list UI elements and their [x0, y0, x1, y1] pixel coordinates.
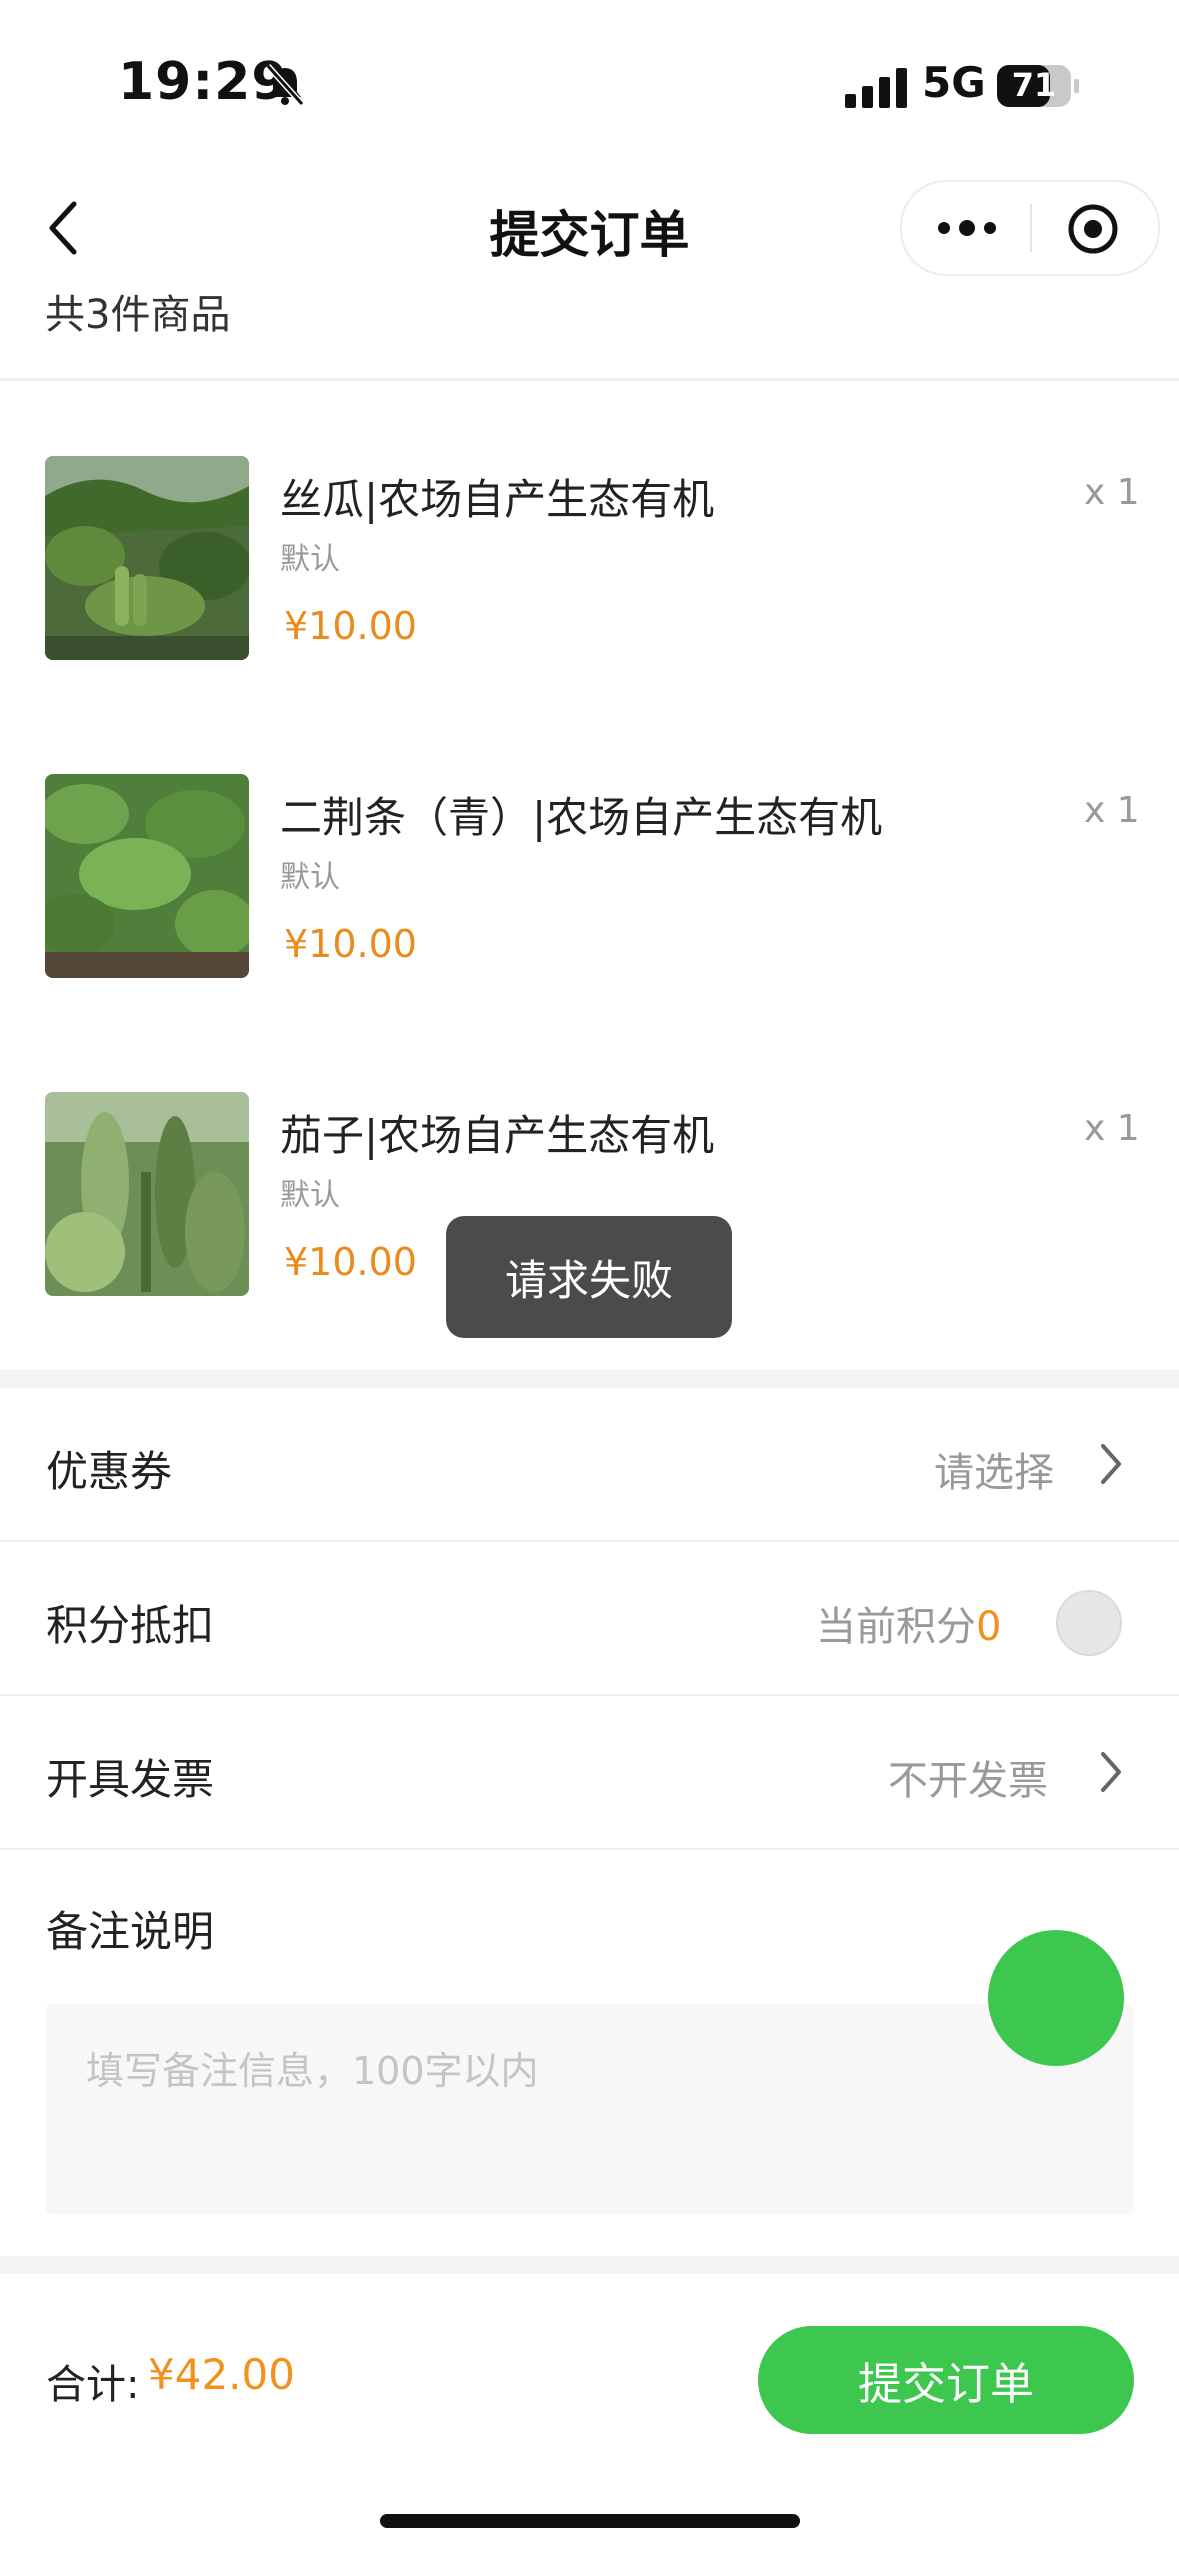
points-toggle[interactable] — [1056, 1590, 1122, 1656]
product-item[interactable]: 二荆条（青）|农场自产生态有机 默认 ¥10.00 x 1 — [0, 738, 1179, 988]
close-miniprogram-icon[interactable] — [1066, 202, 1120, 256]
product-spec: 默认 — [280, 860, 340, 895]
cellular-signal-icon — [845, 68, 907, 108]
divider — [0, 1848, 1179, 1850]
submit-order-button[interactable]: 提交订单 — [758, 2326, 1134, 2434]
coupon-row[interactable]: 优惠券 请选择 — [0, 1388, 1179, 1540]
divider — [0, 378, 1179, 381]
chevron-right-icon — [1101, 1444, 1121, 1484]
more-icon[interactable] — [936, 208, 998, 248]
product-quantity: x 1 — [1084, 472, 1140, 513]
home-indicator[interactable] — [380, 2514, 800, 2528]
points-row: 积分抵扣 当前积分0 — [0, 1542, 1179, 1694]
invoice-row[interactable]: 开具发票 不开发票 — [0, 1696, 1179, 1848]
points-label: 积分抵扣 — [46, 1601, 215, 1650]
battery-icon: 71 — [996, 64, 1080, 108]
product-price: ¥10.00 — [284, 1240, 417, 1284]
product-image — [45, 774, 249, 978]
total-label: 合计: — [46, 2362, 140, 2408]
chevron-right-icon — [1101, 1752, 1121, 1792]
capsule-divider — [1030, 204, 1032, 252]
points-prefix: 当前积分 — [816, 1604, 976, 1650]
product-image — [45, 456, 249, 660]
floating-action-button[interactable] — [988, 1930, 1124, 2066]
invoice-value: 不开发票 — [888, 1758, 1048, 1804]
invoice-label: 开具发票 — [46, 1755, 215, 1804]
product-price: ¥10.00 — [284, 922, 417, 966]
product-spec: 默认 — [280, 542, 340, 577]
points-value: 0 — [976, 1604, 1002, 1650]
coupon-value: 请选择 — [934, 1450, 1054, 1496]
product-quantity: x 1 — [1084, 790, 1140, 831]
miniprogram-capsule — [900, 180, 1160, 276]
product-quantity: x 1 — [1084, 1108, 1140, 1149]
section-gap — [0, 2256, 1179, 2274]
product-name: 丝瓜|农场自产生态有机 — [280, 475, 715, 524]
total-amount: ¥42.00 — [148, 2350, 295, 2399]
remark-input[interactable] — [46, 2004, 1134, 2214]
product-price: ¥10.00 — [284, 604, 417, 648]
product-spec: 默认 — [280, 1178, 340, 1213]
bell-muted-icon — [265, 63, 305, 107]
product-name: 二荆条（青）|农场自产生态有机 — [280, 793, 883, 842]
error-toast: 请求失败 — [446, 1216, 732, 1338]
section-gap — [0, 1370, 1179, 1388]
network-type: 5G — [922, 58, 986, 107]
product-item[interactable]: 丝瓜|农场自产生态有机 默认 ¥10.00 x 1 — [0, 420, 1179, 670]
coupon-label: 优惠券 — [46, 1447, 173, 1496]
product-image — [45, 1092, 249, 1296]
remark-label: 备注说明 — [46, 1907, 215, 1956]
item-count: 共3件商品 — [45, 292, 231, 338]
product-name: 茄子|农场自产生态有机 — [280, 1111, 715, 1160]
points-info: 当前积分0 — [816, 1594, 1001, 1652]
battery-level: 71 — [1011, 66, 1057, 104]
